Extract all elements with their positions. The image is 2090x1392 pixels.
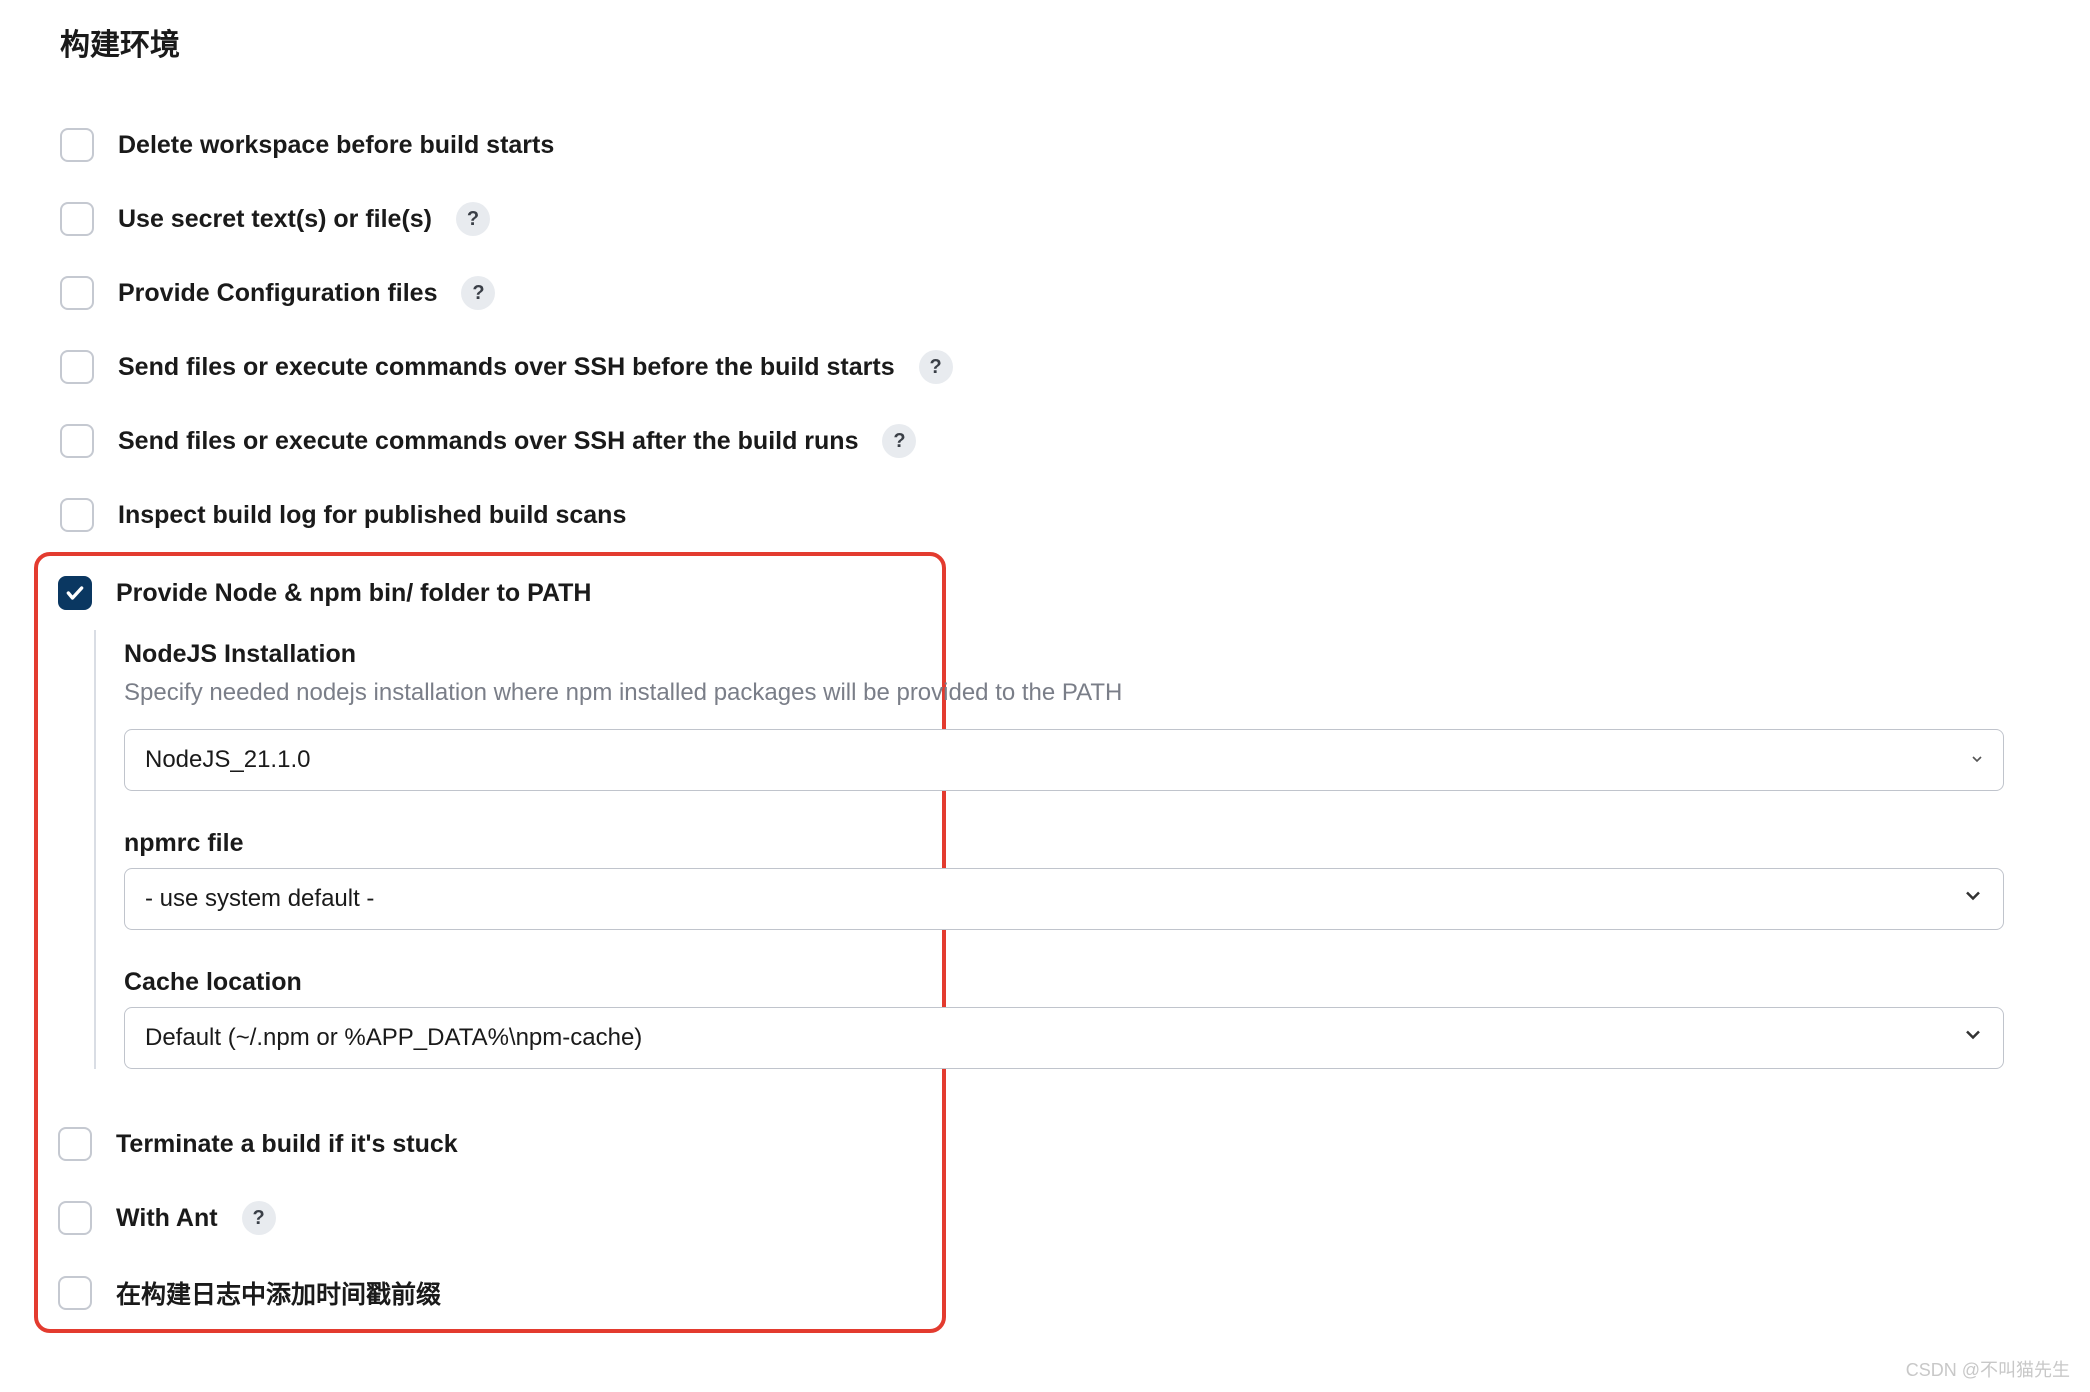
help-icon[interactable]: ? — [242, 1201, 276, 1235]
checkbox-ssh-before[interactable] — [60, 350, 94, 384]
label-ssh-after: Send files or execute commands over SSH … — [118, 427, 858, 456]
select-npmrc[interactable]: - use system default - — [124, 868, 2004, 930]
label-provide-config: Provide Configuration files — [118, 279, 437, 308]
label-provide-node: Provide Node & npm bin/ folder to PATH — [116, 579, 591, 608]
watermark: CSDN @不叫猫先生 — [1906, 1356, 2070, 1382]
option-with-ant: With Ant ? — [38, 1181, 942, 1255]
option-ssh-after: Send files or execute commands over SSH … — [40, 404, 2050, 478]
label-use-secret: Use secret text(s) or file(s) — [118, 205, 432, 234]
section-title: 构建环境 — [60, 20, 2050, 64]
option-terminate-stuck: Terminate a build if it's stuck — [38, 1107, 942, 1181]
checkbox-use-secret[interactable] — [60, 202, 94, 236]
option-provide-node: Provide Node & npm bin/ folder to PATH — [38, 556, 942, 630]
label-inspect-log: Inspect build log for published build sc… — [118, 501, 626, 530]
help-icon[interactable]: ? — [456, 202, 490, 236]
option-provide-config: Provide Configuration files ? — [40, 256, 2050, 330]
select-value-cache: Default (~/.npm or %APP_DATA%\npm-cache) — [145, 1024, 642, 1052]
chevron-down-icon — [1961, 884, 1985, 915]
checkbox-timestamp-prefix[interactable] — [58, 1276, 92, 1310]
select-nodejs-install[interactable]: NodeJS_21.1.0 — [124, 729, 2004, 791]
checkbox-with-ant[interactable] — [58, 1201, 92, 1235]
build-env-options: Delete workspace before build starts Use… — [40, 108, 2050, 1333]
label-delete-workspace: Delete workspace before build starts — [118, 131, 554, 160]
option-delete-workspace: Delete workspace before build starts — [40, 108, 2050, 182]
field-npmrc: npmrc file - use system default - — [124, 829, 2064, 930]
select-value-npmrc: - use system default - — [145, 885, 374, 913]
label-cache-location: Cache location — [124, 968, 2064, 997]
label-npmrc: npmrc file — [124, 829, 2064, 858]
node-config-section: NodeJS Installation Specify needed nodej… — [124, 630, 2064, 1069]
chevron-down-icon — [1969, 746, 1985, 774]
select-cache-location[interactable]: Default (~/.npm or %APP_DATA%\npm-cache) — [124, 1007, 2004, 1069]
highlight-annotation: Provide Node & npm bin/ folder to PATH N… — [34, 552, 946, 1333]
help-icon[interactable]: ? — [919, 350, 953, 384]
checkbox-terminate-stuck[interactable] — [58, 1127, 92, 1161]
checkbox-delete-workspace[interactable] — [60, 128, 94, 162]
help-icon[interactable]: ? — [882, 424, 916, 458]
label-ssh-before: Send files or execute commands over SSH … — [118, 353, 895, 382]
checkbox-ssh-after[interactable] — [60, 424, 94, 458]
option-inspect-log: Inspect build log for published build sc… — [40, 478, 2050, 552]
label-terminate-stuck: Terminate a build if it's stuck — [116, 1130, 458, 1159]
checkbox-provide-node[interactable] — [58, 576, 92, 610]
field-cache-location: Cache location Default (~/.npm or %APP_D… — [124, 968, 2064, 1069]
label-with-ant: With Ant — [116, 1204, 218, 1233]
option-use-secret: Use secret text(s) or file(s) ? — [40, 182, 2050, 256]
desc-nodejs-install: Specify needed nodejs installation where… — [124, 679, 2064, 707]
chevron-down-icon — [1961, 1023, 1985, 1054]
label-timestamp-prefix: 在构建日志中添加时间戳前缀 — [116, 1275, 441, 1311]
label-nodejs-install: NodeJS Installation — [124, 640, 2064, 669]
checkbox-inspect-log[interactable] — [60, 498, 94, 532]
select-value-nodejs: NodeJS_21.1.0 — [145, 746, 310, 774]
help-icon[interactable]: ? — [461, 276, 495, 310]
option-ssh-before: Send files or execute commands over SSH … — [40, 330, 2050, 404]
checkbox-provide-config[interactable] — [60, 276, 94, 310]
field-nodejs-install: NodeJS Installation Specify needed nodej… — [124, 640, 2064, 791]
option-timestamp-prefix: 在构建日志中添加时间戳前缀 — [38, 1255, 942, 1315]
